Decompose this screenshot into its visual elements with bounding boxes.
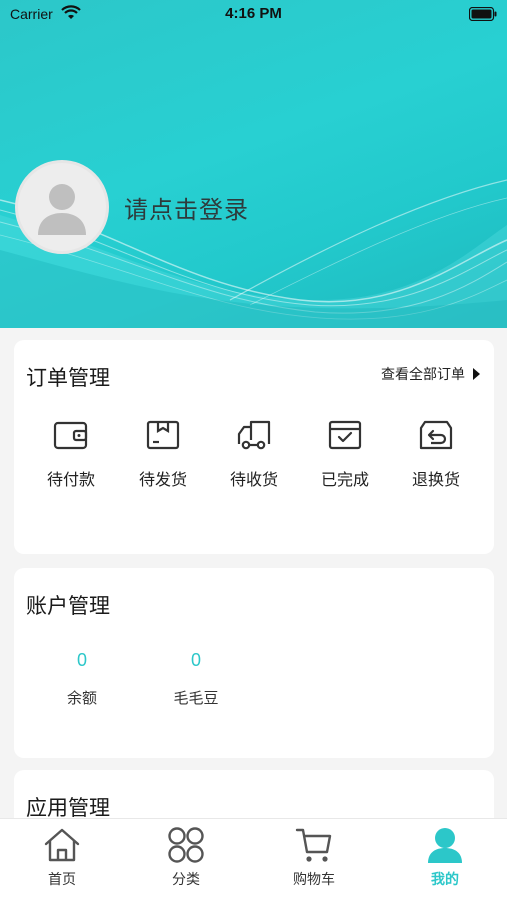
login-prompt[interactable]: 请点击登录 xyxy=(124,190,249,225)
order-pending-payment[interactable]: 待付款 xyxy=(31,418,111,490)
view-all-orders-label: 查看全部订单 xyxy=(381,367,465,383)
balance-label: 余额 xyxy=(66,689,97,707)
home-icon xyxy=(44,828,80,862)
order-item-label: 退换货 xyxy=(411,470,460,489)
status-bar: Carrier 4:16 PM xyxy=(0,0,507,30)
tab-profile[interactable]: 我的 xyxy=(395,825,495,889)
maomaodou-label: 毛毛豆 xyxy=(173,689,219,707)
order-item-label: 待收货 xyxy=(229,470,278,489)
battery-icon xyxy=(468,6,497,25)
wallet-icon xyxy=(53,421,88,450)
return-icon xyxy=(419,420,453,450)
package-icon xyxy=(146,420,180,450)
status-time: 4:16 PM xyxy=(225,5,282,22)
view-all-orders-link[interactable]: 查看全部订单 xyxy=(381,364,480,384)
order-item-label: 待付款 xyxy=(46,470,95,489)
balance-item[interactable]: 0 余额 xyxy=(42,650,122,708)
arrow-right-icon xyxy=(473,368,480,380)
order-management-title: 订单管理 xyxy=(26,366,110,390)
profile-header: Carrier 4:16 PM 请点击登录 xyxy=(0,0,507,328)
order-returns[interactable]: 退换货 xyxy=(396,418,476,490)
truck-icon xyxy=(237,420,271,450)
order-pending-shipment[interactable]: 待发货 xyxy=(123,418,203,490)
order-pending-receipt[interactable]: 待收货 xyxy=(214,418,294,490)
order-completed[interactable]: 已完成 xyxy=(305,418,385,490)
profile-icon xyxy=(428,828,462,863)
tab-label: 购物车 xyxy=(293,872,335,888)
cart-icon xyxy=(295,828,332,862)
category-icon xyxy=(168,827,204,863)
order-item-label: 待发货 xyxy=(138,470,187,489)
balance-value: 0 xyxy=(76,650,87,670)
default-user-icon xyxy=(38,184,86,235)
order-item-label: 已完成 xyxy=(320,470,369,489)
tab-cart[interactable]: 购物车 xyxy=(264,825,364,889)
tab-label: 分类 xyxy=(172,872,200,888)
tab-home[interactable]: 首页 xyxy=(12,825,112,889)
maomaodou-item[interactable]: 0 毛毛豆 xyxy=(156,650,236,708)
account-management-card: 账户管理 0 余额 0 毛毛豆 xyxy=(14,568,494,758)
account-management-title: 账户管理 xyxy=(26,594,110,618)
completed-icon xyxy=(328,420,362,450)
maomaodou-value: 0 xyxy=(190,650,201,670)
tab-label: 我的 xyxy=(431,872,459,888)
avatar[interactable] xyxy=(15,160,109,254)
tab-category[interactable]: 分类 xyxy=(136,825,236,889)
order-management-card: 订单管理 查看全部订单 待付款 待发货 待收货 已完成 退换货 xyxy=(14,340,494,554)
tab-bar: 首页 分类 购物车 我的 xyxy=(0,818,507,900)
tab-label: 首页 xyxy=(48,872,76,888)
